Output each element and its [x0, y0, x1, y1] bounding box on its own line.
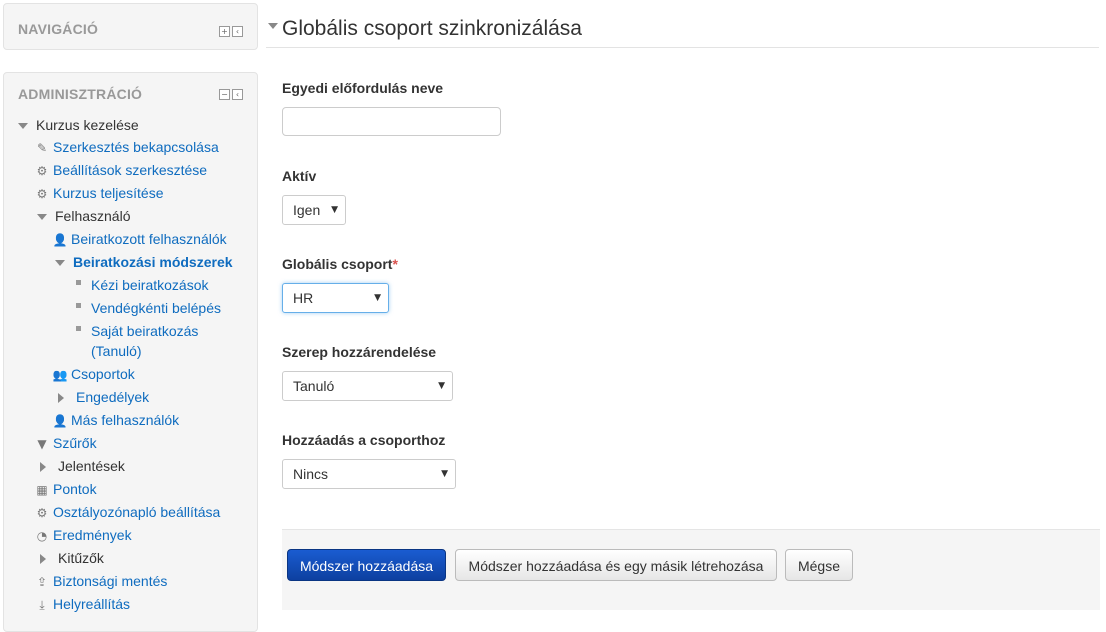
instance-name-input[interactable] — [282, 107, 501, 136]
tree-item-filters[interactable]: ▼ Szűrők — [34, 433, 96, 454]
download-icon: ⤓ — [39, 598, 45, 612]
tree-item-backup[interactable]: ⇪ Biztonsági mentés — [34, 571, 167, 592]
gear-icon: ⚙ — [36, 187, 48, 201]
tree-item-course-admin[interactable]: Kurzus kezelése — [18, 115, 139, 135]
tree-item-turn-editing-on[interactable]: ✎ Szerkesztés bekapcsolása — [34, 137, 219, 158]
administration-block-controls: − ‹ — [219, 89, 243, 100]
user-icon: 👤 — [52, 233, 68, 247]
role-label: Szerep hozzárendelése — [282, 344, 437, 360]
tree-item-self-enrolment[interactable]: Saját beiratkozás — [76, 321, 198, 341]
navigation-block-title: NAVIGÁCIÓ — [18, 21, 99, 37]
bullet-icon — [76, 279, 81, 285]
dock-icon[interactable]: ‹ — [232, 89, 243, 100]
filter-icon: ▼ — [37, 437, 47, 451]
bullet-icon — [76, 325, 81, 331]
table-icon: ▦ — [36, 483, 48, 497]
main-content: Globális csoport szinkronizálása Egyedi … — [266, 0, 1100, 615]
bullet-icon — [76, 302, 81, 308]
form-actions-bar: Módszer hozzáadása Módszer hozzáadása és… — [282, 529, 1100, 610]
tree-item-enrolled-users[interactable]: 👤 Beiratkozott felhasználók — [52, 229, 227, 250]
active-label: Aktív — [282, 168, 317, 184]
tree-item-manual-enrolments[interactable]: Kézi beiratkozások — [76, 275, 209, 295]
tree-item-groups[interactable]: 👥 Csoportok — [52, 364, 135, 385]
administration-block: ADMINISZTRÁCIÓ − ‹ Kurzus kezelése ✎ Szer… — [3, 72, 258, 632]
add-to-group-label: Hozzáadás a csoporthoz — [282, 432, 446, 448]
caret-right-icon — [40, 554, 46, 565]
tree-item-gradebook-setup[interactable]: ⚙ Osztályozónapló beállítása — [34, 502, 221, 523]
add-method-button[interactable]: Módszer hozzáadása — [287, 549, 446, 581]
gear-icon: ⚙ — [36, 506, 48, 520]
award-icon: ◔ — [36, 529, 48, 543]
tree-item-outcomes[interactable]: ◔ Eredmények — [34, 525, 132, 546]
tree-item-course-completion[interactable]: ⚙ Kurzus teljesítése — [34, 183, 164, 204]
caret-down-icon — [18, 123, 28, 130]
cohort-select[interactable]: HR ▼ — [282, 283, 389, 313]
chevron-down-icon: ▼ — [438, 381, 445, 391]
gear-icon: ⚙ — [36, 164, 48, 178]
active-select[interactable]: Igen ▼ — [282, 195, 346, 225]
tree-item-self-enrolment-role[interactable]: (Tanuló) — [91, 341, 142, 361]
role-select[interactable]: Tanuló ▼ — [282, 371, 453, 401]
page-title: Globális csoport szinkronizálása — [282, 17, 582, 40]
user-icon: 👤 — [52, 414, 68, 428]
caret-right-icon — [40, 462, 46, 473]
form-section-header[interactable]: Globális csoport szinkronizálása — [266, 14, 1099, 48]
caret-right-icon — [58, 393, 64, 404]
administration-block-title: ADMINISZTRÁCIÓ — [18, 86, 143, 102]
cancel-button[interactable]: Mégse — [785, 549, 853, 581]
tree-item-grades[interactable]: ▦ Pontok — [34, 479, 96, 500]
expand-icon[interactable]: + — [219, 26, 230, 37]
cohort-label: Globális csoport* — [282, 256, 398, 272]
tree-item-users[interactable]: Felhasználó — [37, 206, 131, 226]
add-method-and-create-another-button[interactable]: Módszer hozzáadása és egy másik létrehoz… — [455, 549, 777, 581]
tree-item-badges[interactable]: Kitűzők — [37, 548, 104, 568]
chevron-down-icon: ▼ — [441, 469, 448, 479]
caret-down-icon — [55, 260, 65, 267]
tree-item-restore[interactable]: ⤓ Helyreállítás — [34, 594, 130, 615]
tree-item-other-users[interactable]: 👤 Más felhasználók — [52, 410, 180, 431]
required-marker: * — [392, 256, 398, 272]
dock-icon[interactable]: ‹ — [232, 26, 243, 37]
tree-item-reports[interactable]: Jelentések — [37, 456, 125, 476]
navigation-block: NAVIGÁCIÓ + ‹ — [3, 3, 258, 50]
pencil-icon: ✎ — [36, 141, 48, 155]
chevron-down-icon: ▼ — [331, 205, 338, 215]
upload-icon: ⇪ — [36, 575, 48, 589]
add-to-group-select[interactable]: Nincs ▼ — [282, 459, 456, 489]
users-icon: 👥 — [52, 368, 68, 382]
caret-down-icon — [37, 214, 47, 221]
instance-name-label: Egyedi előfordulás neve — [282, 80, 444, 96]
navigation-block-controls: + ‹ — [219, 26, 243, 37]
tree-item-enrolment-methods[interactable]: Beiratkozási módszerek — [55, 252, 233, 272]
tree-item-edit-settings[interactable]: ⚙ Beállítások szerkesztése — [34, 160, 207, 181]
chevron-down-icon: ▼ — [374, 293, 381, 303]
collapse-icon[interactable]: − — [219, 89, 230, 100]
caret-down-icon — [268, 23, 278, 29]
tree-item-guest-access[interactable]: Vendégkénti belépés — [76, 298, 221, 318]
tree-item-permissions[interactable]: Engedélyek — [55, 387, 149, 407]
